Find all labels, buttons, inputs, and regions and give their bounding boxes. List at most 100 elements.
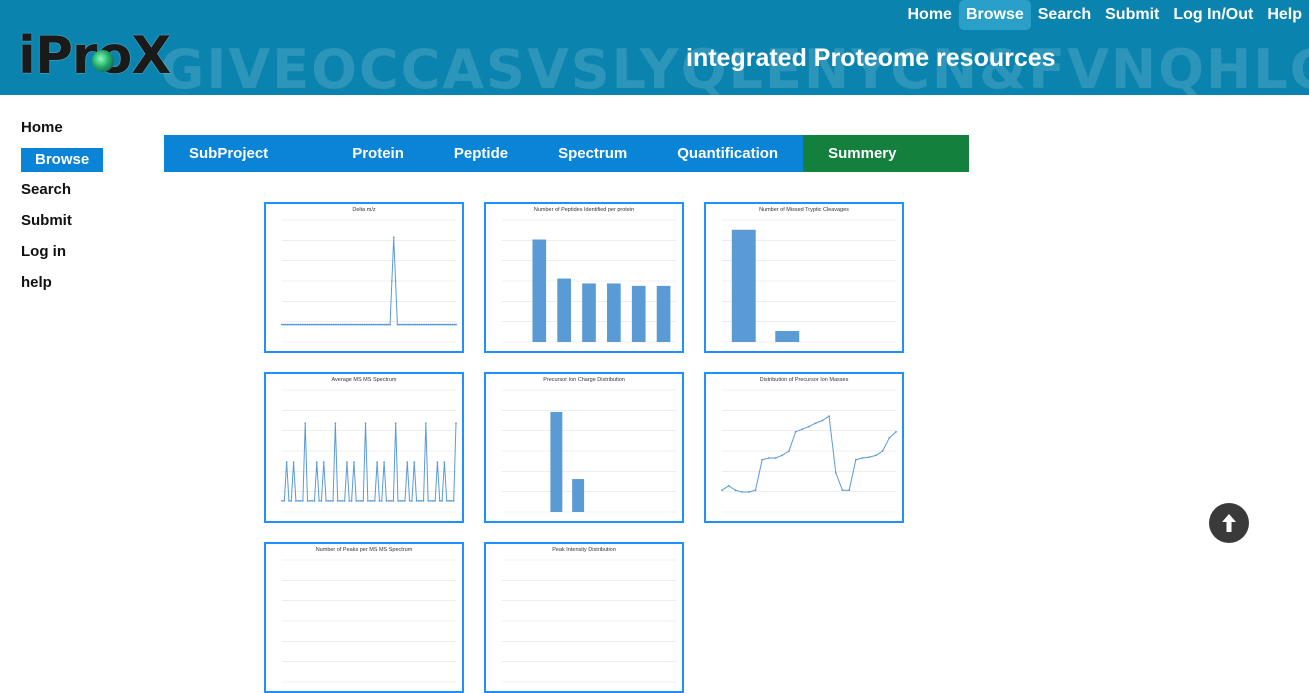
chart-point [351,500,353,502]
chart-point [768,457,770,459]
chart-point [848,489,850,491]
tab-bar: SubProject View Protein Peptide Spectrum… [164,135,969,172]
chart-point [413,461,415,463]
sidebar-item-submit[interactable]: Submit [21,210,141,241]
chart-point [455,422,457,424]
tab-quantification[interactable]: Quantification [652,135,803,172]
chart-point [305,324,307,326]
chart-point [728,485,730,487]
scroll-to-top-button[interactable] [1209,503,1249,543]
chart-point [815,422,817,424]
chart-point [367,500,369,502]
chart-point [433,324,435,326]
chart-card[interactable]: Average MS MS Spectrum [264,372,464,523]
sidebar-item-search[interactable]: Search [21,179,141,210]
chart-point [404,500,406,502]
chart-point [334,422,336,424]
chart-point [721,489,723,491]
chart-point [334,324,336,326]
chart-point [450,500,452,502]
chart-point [327,324,329,326]
tab-protein[interactable]: Protein [327,135,429,172]
chart-point [311,500,313,502]
chart-bar [607,283,621,342]
sidebar-item-home[interactable]: Home [21,117,141,148]
chart-bar [582,283,596,342]
chart-svg [266,544,462,691]
chart-point [332,324,334,326]
chart-point [376,461,378,463]
chart-point [369,500,371,502]
chart-card[interactable]: Delta m/z [264,202,464,353]
chart-card[interactable]: Peak Intensity Distribution [484,542,684,693]
site-logo[interactable]: iProX [18,32,146,90]
tab-spectrum[interactable]: Spectrum [533,135,652,172]
tab-peptide[interactable]: Peptide [429,135,533,172]
chart-point [409,324,411,326]
chart-point [395,422,397,424]
sidebar-item-help[interactable]: help [21,272,141,303]
tab-subproject-view[interactable]: SubProject View [164,135,327,172]
chart-point [888,437,890,439]
chart-point [320,324,322,326]
chart-point [437,461,439,463]
chart-point [431,324,433,326]
chart-point [451,324,453,326]
chart-point [416,500,418,502]
chart-point [442,324,444,326]
chart-point [450,324,452,326]
chart-point [821,420,823,422]
top-nav-browse[interactable]: Browse [959,0,1031,30]
chart-point [307,324,309,326]
chart-svg [706,204,902,351]
chart-card[interactable]: Precursor Ion Charge Distribution [484,372,684,523]
chart-point [391,280,393,282]
chart-point [374,500,376,502]
sidebar-item-browse[interactable]: Browse [21,148,141,179]
top-nav-search[interactable]: Search [1031,0,1098,30]
chart-card[interactable]: Number of Missed Tryptic Cleavages [704,202,904,353]
chart-point [453,324,455,326]
top-nav-help[interactable]: Help [1260,0,1309,30]
chart-point [795,431,797,433]
chart-point [390,500,392,502]
chart-point [440,324,442,326]
chart-point [895,431,897,433]
chart-point [402,500,404,502]
chart-point [446,324,448,326]
chart-point [288,324,290,326]
chart-point [398,324,400,326]
top-nav-home[interactable]: Home [901,0,959,30]
chart-point [297,500,299,502]
chart-point [434,500,436,502]
chart-point [383,461,385,463]
chart-point [323,324,325,326]
chart-point [455,324,457,326]
tab-summery-charts[interactable]: Summery Charts [803,135,969,172]
chart-bar [732,230,756,342]
chart-point [339,500,341,502]
chart-bar [550,412,562,512]
chart-point [367,324,369,326]
chart-svg [486,374,682,521]
chart-point [868,456,870,458]
chart-point [283,500,285,502]
chart-card[interactable]: Number of Peaks per MS MS Spectrum [264,542,464,693]
chart-point [409,500,411,502]
chart-point [748,491,750,493]
chart-point [316,461,318,463]
chart-point [338,324,340,326]
chart-point [801,428,803,430]
chart-point [301,324,303,326]
chart-point [402,324,404,326]
chart-point [290,324,292,326]
chart-bar [632,286,646,342]
chart-card[interactable]: Number of Peptides Identified per protei… [484,202,684,353]
chart-card[interactable]: Distribution of Precursor Ion Masses [704,372,904,523]
sidebar-item-login[interactable]: Log in [21,241,141,272]
top-nav-login[interactable]: Log In/Out [1166,0,1260,30]
chart-point [381,500,383,502]
top-nav-submit[interactable]: Submit [1098,0,1166,30]
chart-point [287,324,289,326]
chart-point [365,324,367,326]
